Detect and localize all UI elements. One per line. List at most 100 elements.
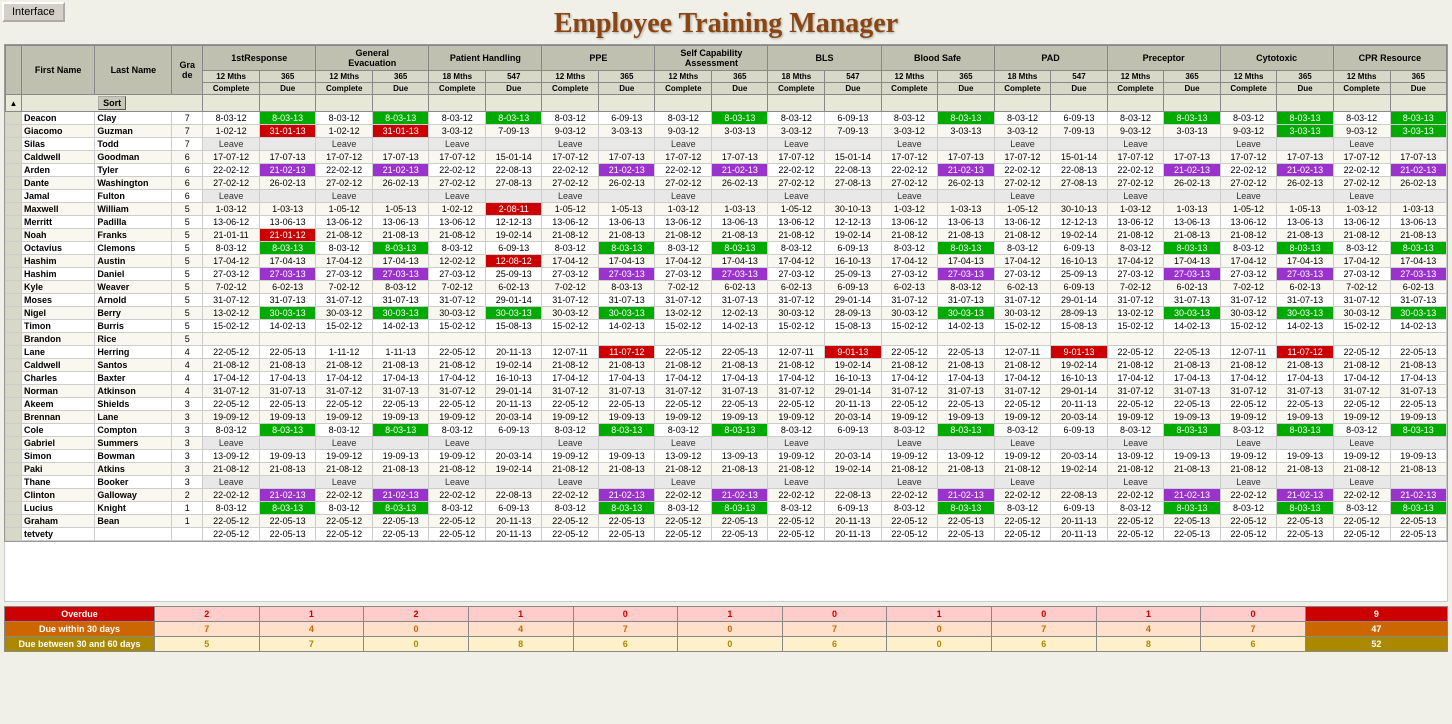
grade: 6 bbox=[172, 164, 203, 177]
training-due: 15-08-13 bbox=[825, 320, 881, 333]
training-due: 8-03-13 bbox=[712, 242, 768, 255]
row-arrow bbox=[6, 138, 22, 151]
training-complete: 17-07-12 bbox=[994, 151, 1051, 164]
training-complete: 21-08-12 bbox=[994, 229, 1051, 242]
training-complete: 7-02-12 bbox=[655, 281, 712, 294]
training-complete: 22-05-12 bbox=[881, 528, 938, 541]
table-row: HashimDaniel527-03-1227-03-1327-03-1227-… bbox=[6, 268, 1447, 281]
training-complete: 27-02-12 bbox=[429, 177, 486, 190]
training-complete: 15-02-12 bbox=[203, 320, 260, 333]
row-arrow bbox=[6, 528, 22, 541]
training-complete: 8-03-12 bbox=[429, 112, 486, 125]
training-due: 1-03-13 bbox=[938, 203, 994, 216]
training-complete: 8-03-12 bbox=[429, 242, 486, 255]
training-complete: 12-07-11 bbox=[542, 346, 599, 359]
training-due bbox=[712, 138, 768, 151]
training-due: 22-05-13 bbox=[260, 528, 316, 541]
training-due bbox=[1051, 437, 1107, 450]
training-due: 6-09-13 bbox=[1051, 502, 1107, 515]
due30-val-4: 4 bbox=[468, 622, 573, 637]
training-due: 11-07-12 bbox=[599, 346, 655, 359]
training-due: 19-09-13 bbox=[712, 411, 768, 424]
due30-label: Due within 30 days bbox=[5, 622, 155, 637]
interface-button[interactable]: Interface bbox=[2, 2, 65, 22]
training-complete: 17-07-12 bbox=[316, 151, 373, 164]
sort-button[interactable]: Sort bbox=[98, 96, 126, 110]
training-complete: 19-09-12 bbox=[542, 411, 599, 424]
training-complete: 19-09-12 bbox=[429, 450, 486, 463]
training-due bbox=[260, 476, 316, 489]
first-name: tetvety bbox=[22, 528, 95, 541]
last-name: Bean bbox=[95, 515, 172, 528]
training-due: 27-03-13 bbox=[1277, 268, 1333, 281]
last-name: Lane bbox=[95, 411, 172, 424]
training-due: 29-01-14 bbox=[486, 294, 542, 307]
training-complete: 13-06-12 bbox=[1220, 216, 1277, 229]
training-complete: 27-03-12 bbox=[994, 268, 1051, 281]
training-due: 27-08-13 bbox=[825, 177, 881, 190]
training-due: 19-09-13 bbox=[1164, 411, 1220, 424]
row-arrow bbox=[6, 112, 22, 125]
training-due bbox=[599, 190, 655, 203]
training-due bbox=[486, 476, 542, 489]
training-due: 21-02-13 bbox=[373, 489, 429, 502]
training-due: 21-08-13 bbox=[260, 463, 316, 476]
subh-cytotoxic-val: 365 bbox=[1277, 71, 1333, 83]
first-name: Cole bbox=[22, 424, 95, 437]
table-row: HashimAustin517-04-1217-04-1317-04-1217-… bbox=[6, 255, 1447, 268]
training-due bbox=[1051, 138, 1107, 151]
training-complete: 22-05-12 bbox=[429, 398, 486, 411]
training-due: 11-07-12 bbox=[1277, 346, 1333, 359]
header-row-1: First Name Last Name Grade 1stResponse G… bbox=[6, 46, 1447, 71]
training-due: 31-07-13 bbox=[938, 385, 994, 398]
training-complete: 1-03-12 bbox=[881, 203, 938, 216]
training-due bbox=[1051, 190, 1107, 203]
training-complete: 8-03-12 bbox=[1220, 112, 1277, 125]
subh-complete-7: Complete bbox=[881, 83, 938, 95]
training-due: 16-10-13 bbox=[825, 372, 881, 385]
training-complete: Leave bbox=[881, 190, 938, 203]
training-complete: 22-05-12 bbox=[994, 528, 1051, 541]
training-due: 8-03-13 bbox=[1390, 242, 1447, 255]
training-complete: 15-02-12 bbox=[881, 320, 938, 333]
subh-due-5: Due bbox=[712, 83, 768, 95]
table-row: DeaconClay78-03-128-03-138-03-128-03-138… bbox=[6, 112, 1447, 125]
training-complete: Leave bbox=[994, 437, 1051, 450]
training-due: 17-04-13 bbox=[373, 255, 429, 268]
training-due: 6-09-13 bbox=[1051, 112, 1107, 125]
training-due: 31-07-13 bbox=[260, 294, 316, 307]
training-complete: Leave bbox=[316, 476, 373, 489]
row-arrow bbox=[6, 125, 22, 138]
training-complete bbox=[655, 333, 712, 346]
training-due: 22-05-13 bbox=[1390, 398, 1447, 411]
training-due: 21-02-13 bbox=[1164, 489, 1220, 502]
training-complete: 30-03-12 bbox=[994, 307, 1051, 320]
training-due: 14-02-13 bbox=[1277, 320, 1333, 333]
training-complete: 21-08-12 bbox=[881, 229, 938, 242]
header-row-3: Complete Due Complete Due Complete Due C… bbox=[6, 83, 1447, 95]
training-complete: 31-07-12 bbox=[316, 385, 373, 398]
table-row: ArdenTyler622-02-1221-02-1322-02-1221-02… bbox=[6, 164, 1447, 177]
training-complete: 8-03-12 bbox=[316, 502, 373, 515]
training-complete: Leave bbox=[655, 138, 712, 151]
training-complete: 22-02-12 bbox=[994, 164, 1051, 177]
training-complete: 21-08-12 bbox=[768, 463, 825, 476]
first-name: Thane bbox=[22, 476, 95, 489]
training-complete: 22-05-12 bbox=[768, 515, 825, 528]
training-due: 29-01-14 bbox=[1051, 294, 1107, 307]
training-due: 14-02-13 bbox=[712, 320, 768, 333]
training-due: 13-06-13 bbox=[599, 216, 655, 229]
training-complete: Leave bbox=[429, 437, 486, 450]
training-due: 20-11-13 bbox=[486, 398, 542, 411]
header-row-2: 12 Mths 365 12 Mths 365 18 Mths 547 12 M… bbox=[6, 71, 1447, 83]
training-complete: 17-04-12 bbox=[316, 255, 373, 268]
training-due: 20-11-13 bbox=[1051, 528, 1107, 541]
sort-arrow-up[interactable]: ▲ bbox=[6, 95, 22, 112]
last-name: Compton bbox=[95, 424, 172, 437]
first-name: Brandon bbox=[22, 333, 95, 346]
training-due: 21-08-13 bbox=[1277, 229, 1333, 242]
training-due: 30-03-13 bbox=[1390, 307, 1447, 320]
training-due: 19-09-13 bbox=[1277, 450, 1333, 463]
training-complete: 1-11-12 bbox=[316, 346, 373, 359]
subh-due-4: Due bbox=[599, 83, 655, 95]
